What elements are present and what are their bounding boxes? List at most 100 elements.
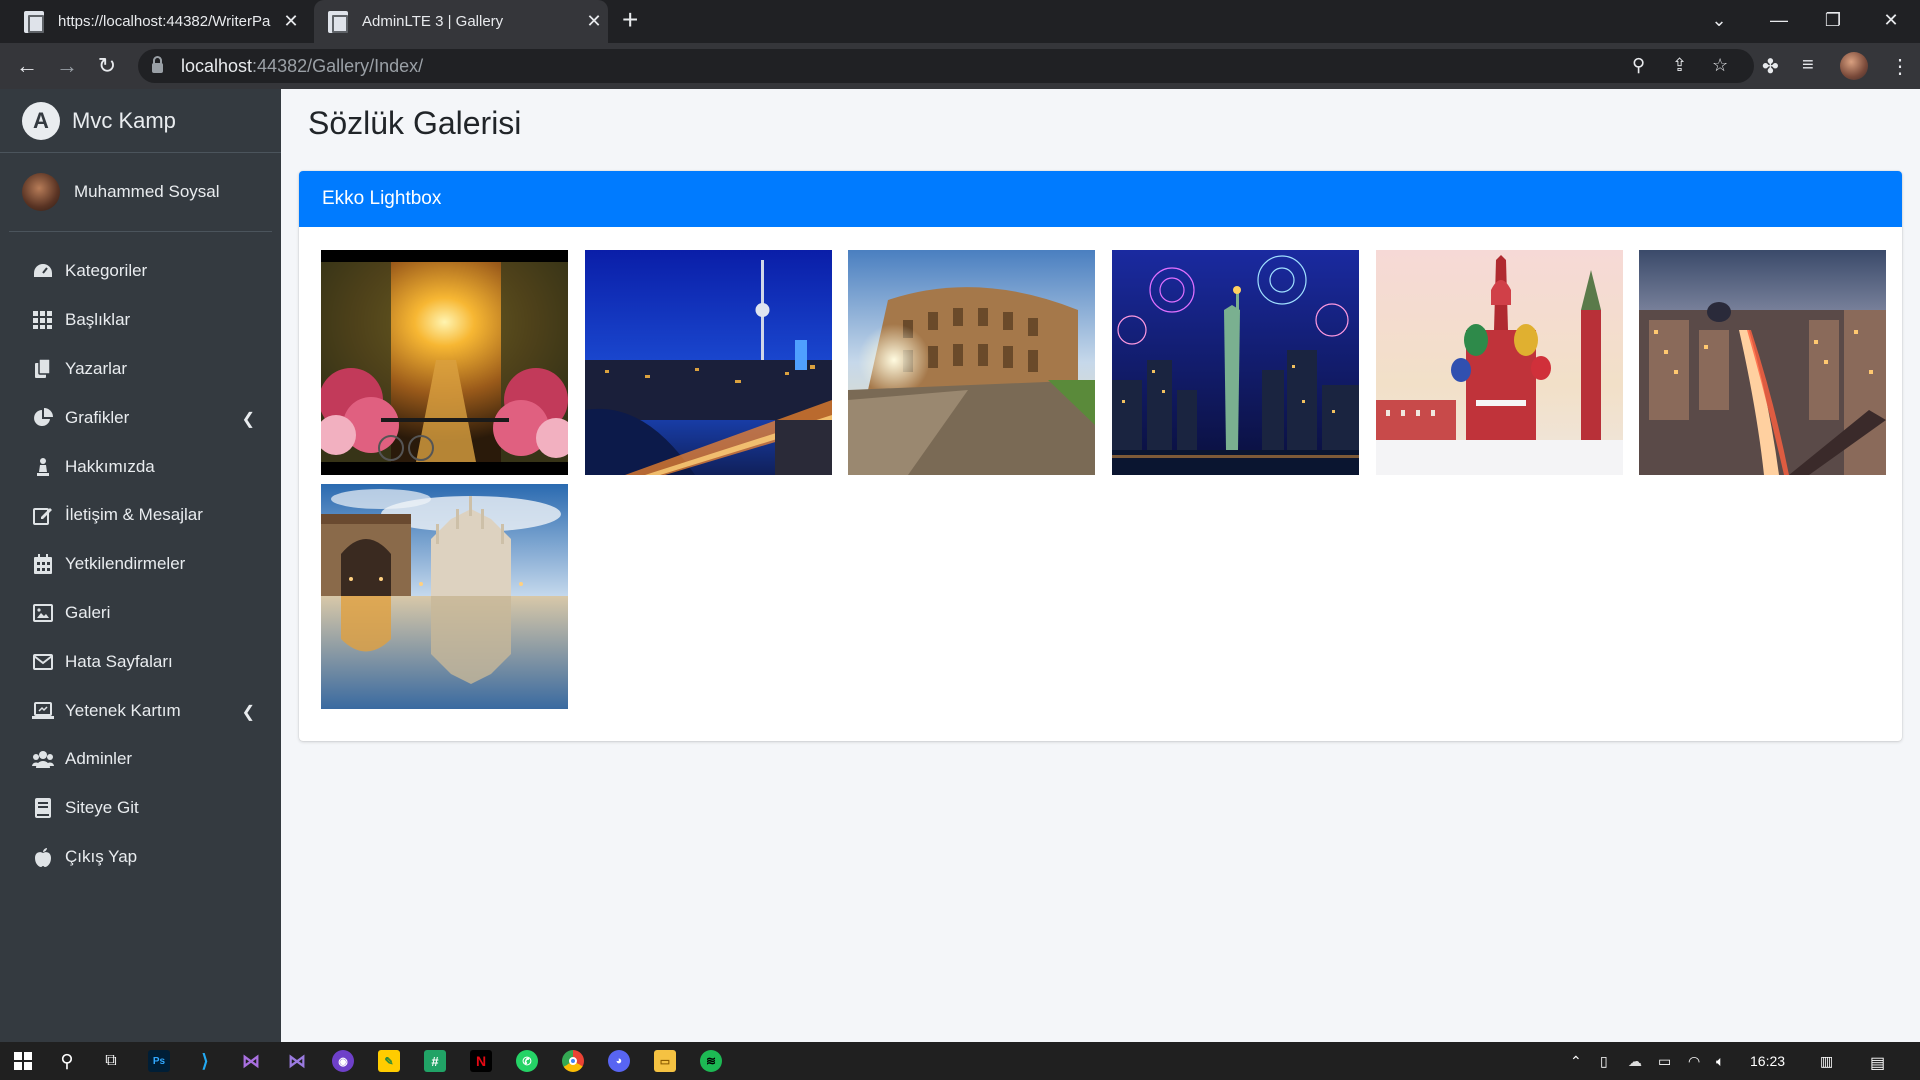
forward-icon[interactable]: → [52,51,82,81]
page-favicon-icon [24,10,44,33]
sidebar-item-label: Siteye Git [65,798,139,818]
sidebar-item-grafikler[interactable]: Grafikler ❮ [0,393,281,442]
address-bar[interactable]: localhost:44382/Gallery/Index/ [138,49,1754,83]
task-view-icon[interactable]: ⧉ [100,1050,122,1072]
dashboard-icon [31,261,55,281]
spotify-icon[interactable]: ≋ [700,1050,722,1072]
sidebar-item-label: Hakkımızda [65,456,155,476]
sidebar-item-hata-sayfalari[interactable]: Hata Sayfaları [0,637,281,686]
windows-taskbar: ⚲ ⧉ Ps ⟩ ⋈ ⋈ ◉ ✎ # N ✆ ◕ ▭ ≋ ⌃ ▯ ☁ ▭ ◠ 🔈… [0,1042,1920,1080]
vscode-icon[interactable]: ⟩ [194,1050,216,1072]
sidebar-menu: Kategoriler Başlıklar Yazarlar Grafikler… [0,232,281,881]
discord-icon[interactable]: ◕ [608,1050,630,1072]
whatsapp-icon[interactable]: ✆ [516,1050,538,1072]
share-icon[interactable]: ⇪ [1672,55,1687,76]
minimize-icon[interactable]: — [1752,0,1806,40]
reload-icon[interactable]: ↻ [92,51,122,81]
clock-time[interactable]: 16:23 [1750,1053,1785,1069]
gallery-image-berlin[interactable] [585,250,832,475]
gallery-card: Ekko Lightbox [299,171,1902,741]
sidebar-item-hakkimizda[interactable]: Hakkımızda [0,442,281,491]
browser-menu-icon[interactable]: ⋮ [1890,54,1910,79]
browser-tab-strip: https://localhost:44382/WriterPa ✕ Admin… [0,0,1920,43]
brand-text: Mvc Kamp [72,107,176,133]
sidebar-item-yetenek-kartim[interactable]: Yetenek Kartım ❮ [0,686,281,735]
sidebar-item-basliklar[interactable]: Başlıklar [0,296,281,345]
calendar-icon [31,554,55,575]
close-tab-icon[interactable]: ✕ [277,11,305,32]
url-host: localhost [181,55,253,76]
bookmark-star-icon[interactable]: ☆ [1712,55,1728,76]
zoom-icon[interactable]: ⚲ [1632,55,1645,76]
photoshop-icon[interactable]: Ps [148,1050,170,1072]
chevron-left-icon: ❮ [241,411,255,429]
sidebar-item-cikis-yap[interactable]: Çıkış Yap [0,833,281,882]
sidebar-item-label: Başlıklar [65,310,131,330]
sidebar-item-galeri[interactable]: Galeri [0,589,281,638]
sidebar-item-label: Yetenek Kartım [65,700,181,720]
tab-title: AdminLTE 3 | Gallery [362,13,504,30]
file-explorer-icon[interactable]: ▭ [654,1050,676,1072]
sidebar: A Mvc Kamp Muhammed Soysal Kategoriler B… [0,89,281,1042]
url-path: :44382/Gallery/Index/ [252,55,424,76]
sidebar-item-label: Kategoriler [65,261,148,281]
chess-icon [31,457,55,477]
gallery-image-new-york[interactable] [1112,250,1359,475]
sidebar-item-label: Hata Sayfaları [65,651,173,671]
sidebar-item-label: Grafikler [65,407,130,427]
windows-start-icon[interactable] [12,1050,34,1072]
profile-avatar[interactable] [1840,52,1868,80]
laptop-icon [31,701,55,721]
sticky-notes-icon[interactable]: ✎ [378,1050,400,1072]
browser-toolbar: ← → ↻ localhost:44382/Gallery/Index/ ⚲ ⇪… [0,43,1920,89]
pie-chart-icon [31,407,55,428]
brand-link[interactable]: A Mvc Kamp [0,89,281,153]
user-panel[interactable]: Muhammed Soysal [9,153,272,232]
lock-icon[interactable] [152,56,163,73]
browser-tab-writer[interactable]: https://localhost:44382/WriterPa ✕ [10,0,305,43]
back-icon[interactable]: ← [12,51,42,81]
sidebar-item-adminler[interactable]: Adminler [0,735,281,784]
device-icon[interactable]: ▯ [1600,1053,1608,1070]
adminlte-logo-icon: A [22,101,60,140]
sidebar-item-label: Çıkış Yap [65,846,138,866]
gallery-image-milan[interactable] [321,484,568,709]
gallery-image-amsterdam[interactable] [321,250,568,475]
sidebar-item-iletisim[interactable]: İletişim & Mesajlar [0,491,281,540]
battery-icon[interactable]: ▭ [1658,1053,1671,1070]
sidebar-item-siteye-git[interactable]: Siteye Git [0,784,281,833]
media-control-icon[interactable]: ≡ [1802,54,1814,77]
sidebar-item-yazarlar[interactable]: Yazarlar [0,345,281,394]
extensions-icon[interactable]: ✤ [1762,54,1779,79]
onedrive-icon[interactable]: ☁ [1628,1053,1642,1070]
user-name: Muhammed Soysal [74,182,220,201]
sidebar-item-kategoriler[interactable]: Kategoriler [0,247,281,296]
volume-icon[interactable]: 🔈︎ [1716,1053,1724,1070]
avatar [22,173,60,211]
netflix-icon[interactable]: N [470,1050,492,1072]
show-hidden-icons-chevron-icon[interactable]: ⌃ [1570,1053,1582,1070]
tab-search-chevron-icon[interactable]: ⌄ [1692,0,1746,40]
notifications-icon[interactable]: ▤ [1870,1053,1885,1073]
visual-studio-alt-icon[interactable]: ⋈ [286,1050,308,1072]
gallery-image-moscow[interactable] [1376,250,1623,475]
close-window-icon[interactable]: ✕ [1864,0,1918,40]
new-tab-icon[interactable]: + [622,4,638,36]
github-desktop-icon[interactable]: ◉ [332,1050,354,1072]
browser-tab-gallery[interactable]: AdminLTE 3 | Gallery ✕ [314,0,608,43]
visual-studio-icon[interactable]: ⋈ [240,1050,262,1072]
excel-icon[interactable]: # [424,1050,446,1072]
sidebar-item-label: İletişim & Mesajlar [65,505,203,525]
card-title: Ekko Lightbox [322,188,442,209]
restore-icon[interactable]: ❐ [1806,0,1860,40]
close-tab-icon[interactable]: ✕ [580,11,608,32]
search-icon[interactable]: ⚲ [56,1050,78,1072]
language-icon[interactable]: ▥ [1820,1053,1833,1070]
copy-icon [31,358,55,379]
chrome-icon[interactable] [562,1050,584,1072]
wifi-icon[interactable]: ◠ [1688,1053,1700,1070]
sidebar-item-yetkilendirmeler[interactable]: Yetkilendirmeler [0,540,281,589]
sidebar-item-label: Yetkilendirmeler [65,554,186,574]
gallery-image-colosseum[interactable] [848,250,1095,475]
gallery-image-madrid[interactable] [1639,250,1886,475]
